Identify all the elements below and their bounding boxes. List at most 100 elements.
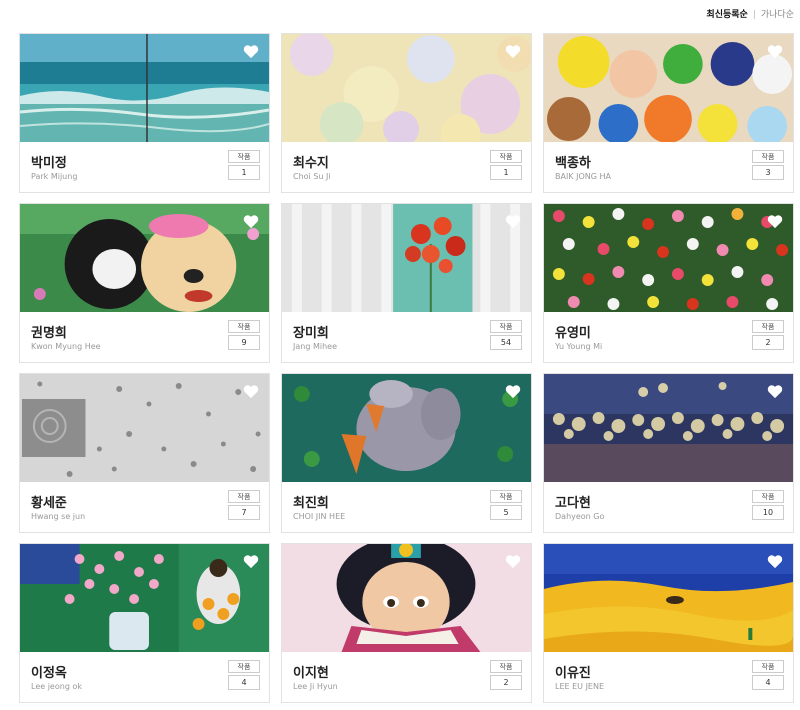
- works-count: 1: [228, 165, 260, 180]
- heart-icon[interactable]: [243, 44, 259, 59]
- artist-name-english: Park Mijung: [31, 172, 78, 181]
- night-bokeh-image: [544, 374, 793, 482]
- works-count: 4: [752, 675, 784, 690]
- artist-name-english: LEE EU JENE: [555, 682, 605, 691]
- works-count: 10: [752, 505, 784, 520]
- artist-name-korean[interactable]: 이유진: [555, 662, 591, 681]
- artwork-thumbnail[interactable]: [282, 544, 531, 652]
- artist-name-korean[interactable]: 권명희: [31, 322, 67, 341]
- cartoon-collage-image: [544, 34, 793, 142]
- artist-name-korean[interactable]: 백종하: [555, 152, 591, 171]
- heart-icon[interactable]: [767, 554, 783, 569]
- rabbit-carrots-image: [282, 374, 531, 482]
- artist-name-english: Hwang se jun: [31, 512, 86, 521]
- works-count-box: 작품 3: [752, 150, 784, 180]
- artist-name-english: Choi Su Ji: [293, 172, 331, 181]
- heart-icon[interactable]: [767, 384, 783, 399]
- artist-name-korean[interactable]: 유영미: [555, 322, 591, 341]
- artwork-thumbnail[interactable]: [282, 374, 531, 482]
- plum-blossom-vase-image: [20, 544, 269, 652]
- works-label: 작품: [490, 150, 522, 163]
- pastel-blossom-image: [282, 34, 531, 142]
- artist-card[interactable]: 고다현 Dahyeon Go 작품 10: [543, 373, 794, 533]
- artist-name-english: Lee Ji Hyun: [293, 682, 338, 691]
- works-count: 9: [228, 335, 260, 350]
- artist-card[interactable]: 박미정 Park Mijung 작품 1: [19, 33, 270, 193]
- artist-card[interactable]: 권명희 Kwon Myung Hee 작품 9: [19, 203, 270, 363]
- works-label: 작품: [490, 320, 522, 333]
- artwork-thumbnail[interactable]: [282, 204, 531, 312]
- ocean-waves-image: [20, 34, 269, 142]
- heart-icon[interactable]: [243, 214, 259, 229]
- artist-card[interactable]: 최진희 CHOI JIN HEE 작품 5: [281, 373, 532, 533]
- works-count: 54: [490, 335, 522, 350]
- works-count-box: 작품 4: [228, 660, 260, 690]
- artist-name-english: Dahyeon Go: [555, 512, 605, 521]
- works-label: 작품: [228, 150, 260, 163]
- heart-icon[interactable]: [505, 554, 521, 569]
- works-count-box: 작품 2: [752, 320, 784, 350]
- sort-options: 최신등록순 | 가나다순: [706, 7, 794, 20]
- artist-card[interactable]: 장미희 Jang Mihee 작품 54: [281, 203, 532, 363]
- desert-landscape-image: [544, 544, 793, 652]
- heart-icon[interactable]: [243, 554, 259, 569]
- artist-name-english: BAIK JONG HA: [555, 172, 611, 181]
- artist-grid: 박미정 Park Mijung 작품 1 최수지 Choi Su Ji 작품 1…: [19, 33, 794, 703]
- works-count-box: 작품 10: [752, 490, 784, 520]
- artist-card[interactable]: 유영미 Yu Young Mi 작품 2: [543, 203, 794, 363]
- works-label: 작품: [490, 490, 522, 503]
- artist-name-korean[interactable]: 박미정: [31, 152, 67, 171]
- works-count-box: 작품 5: [490, 490, 522, 520]
- artist-card[interactable]: 이정옥 Lee jeong ok 작품 4: [19, 543, 270, 703]
- sort-alphabetical-link[interactable]: 가나다순: [761, 10, 794, 20]
- artist-name-korean[interactable]: 최진희: [293, 492, 329, 511]
- heart-icon[interactable]: [243, 384, 259, 399]
- works-count-box: 작품 1: [228, 150, 260, 180]
- artist-name-english: CHOI JIN HEE: [293, 512, 346, 521]
- heart-icon[interactable]: [767, 214, 783, 229]
- artwork-thumbnail[interactable]: [544, 204, 793, 312]
- works-count: 7: [228, 505, 260, 520]
- works-count: 1: [490, 165, 522, 180]
- heart-icon[interactable]: [505, 214, 521, 229]
- artist-card[interactable]: 이유진 LEE EU JENE 작품 4: [543, 543, 794, 703]
- works-count-box: 작품 54: [490, 320, 522, 350]
- artist-name-korean[interactable]: 이지현: [293, 662, 329, 681]
- works-count-box: 작품 9: [228, 320, 260, 350]
- artist-name-korean[interactable]: 장미희: [293, 322, 329, 341]
- artist-name-korean[interactable]: 이정옥: [31, 662, 67, 681]
- works-count-box: 작품 2: [490, 660, 522, 690]
- artwork-thumbnail[interactable]: [20, 204, 269, 312]
- artist-card[interactable]: 최수지 Choi Su Ji 작품 1: [281, 33, 532, 193]
- heart-icon[interactable]: [505, 384, 521, 399]
- artwork-thumbnail[interactable]: [20, 34, 269, 142]
- works-count-box: 작품 7: [228, 490, 260, 520]
- works-label: 작품: [228, 660, 260, 673]
- artist-card[interactable]: 백종하 BAIK JONG HA 작품 3: [543, 33, 794, 193]
- artist-name-korean[interactable]: 최수지: [293, 152, 329, 171]
- sort-divider: |: [752, 10, 756, 20]
- works-label: 작품: [752, 660, 784, 673]
- artwork-thumbnail[interactable]: [282, 34, 531, 142]
- artwork-thumbnail[interactable]: [544, 34, 793, 142]
- works-label: 작품: [490, 660, 522, 673]
- works-label: 작품: [752, 150, 784, 163]
- heart-icon[interactable]: [505, 44, 521, 59]
- works-label: 작품: [752, 320, 784, 333]
- artwork-thumbnail[interactable]: [544, 374, 793, 482]
- artwork-thumbnail[interactable]: [544, 544, 793, 652]
- cat-and-dog-image: [20, 204, 269, 312]
- artist-name-korean[interactable]: 황세준: [31, 492, 67, 511]
- works-label: 작품: [752, 490, 784, 503]
- artwork-thumbnail[interactable]: [20, 374, 269, 482]
- artist-card[interactable]: 황세준 Hwang se jun 작품 7: [19, 373, 270, 533]
- artist-name-korean[interactable]: 고다현: [555, 492, 591, 511]
- artist-card[interactable]: 이지현 Lee Ji Hyun 작품 2: [281, 543, 532, 703]
- artist-name-english: Lee jeong ok: [31, 682, 82, 691]
- sort-latest-link[interactable]: 최신등록순: [706, 10, 747, 20]
- heart-icon[interactable]: [767, 44, 783, 59]
- works-count: 2: [752, 335, 784, 350]
- works-count-box: 작품 1: [490, 150, 522, 180]
- works-count: 2: [490, 675, 522, 690]
- artwork-thumbnail[interactable]: [20, 544, 269, 652]
